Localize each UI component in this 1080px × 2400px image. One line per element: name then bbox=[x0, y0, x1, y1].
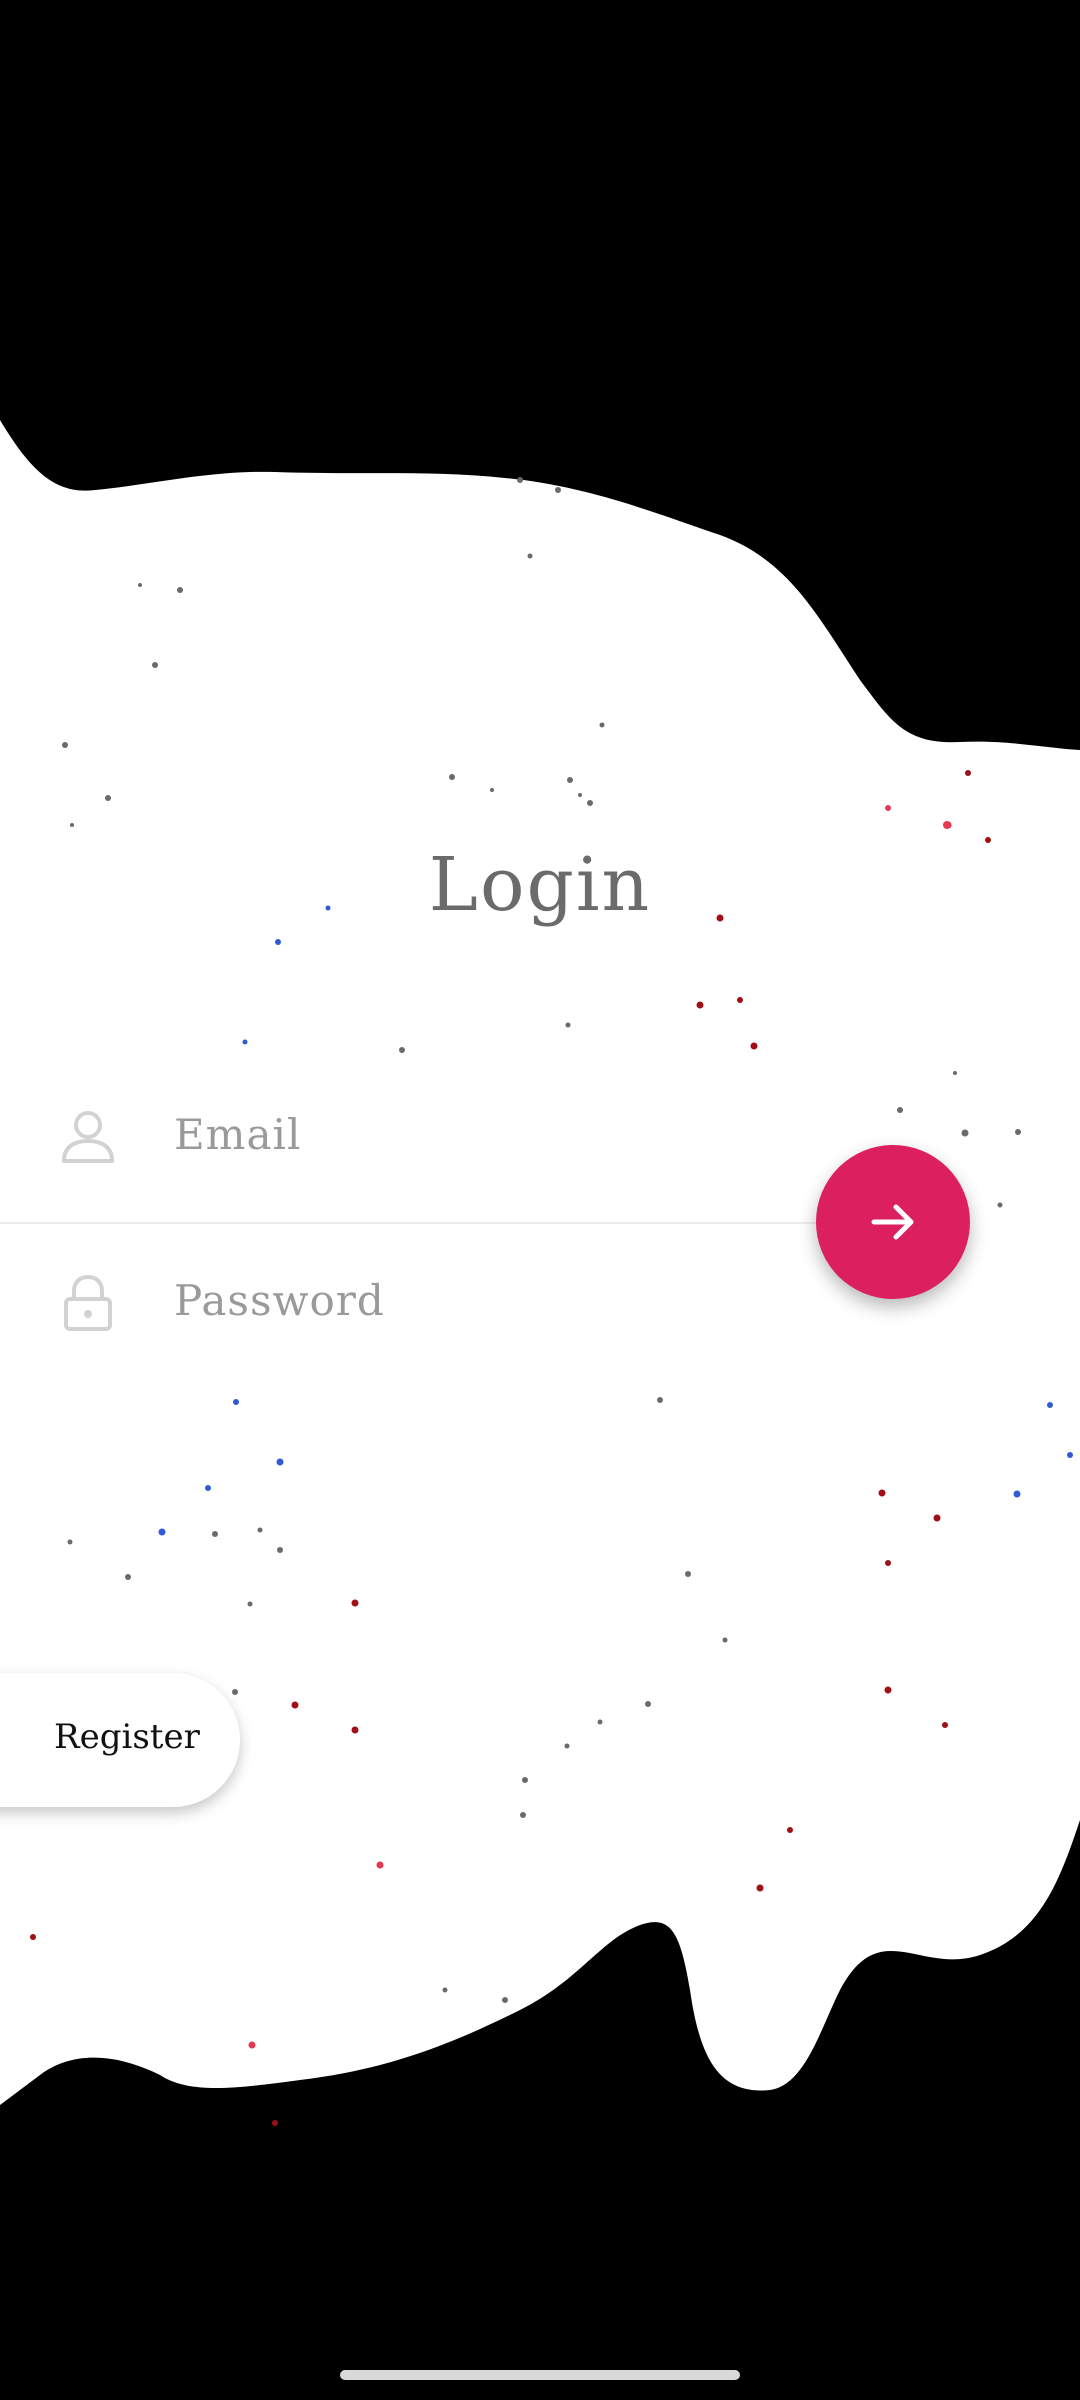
field-divider bbox=[0, 1222, 840, 1224]
register-button[interactable]: Register bbox=[0, 1673, 240, 1807]
page-title: Login bbox=[428, 842, 652, 928]
register-label: Register bbox=[54, 1717, 200, 1757]
email-placeholder: Email bbox=[174, 1110, 302, 1159]
arrow-right-icon bbox=[871, 1204, 914, 1240]
password-field[interactable]: Password bbox=[0, 1228, 840, 1378]
status-bar bbox=[0, 0, 1080, 90]
lock-icon bbox=[64, 1274, 112, 1331]
login-submit-button[interactable] bbox=[816, 1145, 970, 1299]
password-placeholder: Password bbox=[174, 1276, 385, 1325]
home-indicator[interactable] bbox=[340, 2370, 740, 2380]
email-field[interactable]: Email bbox=[0, 1062, 840, 1212]
person-icon bbox=[62, 1111, 114, 1163]
